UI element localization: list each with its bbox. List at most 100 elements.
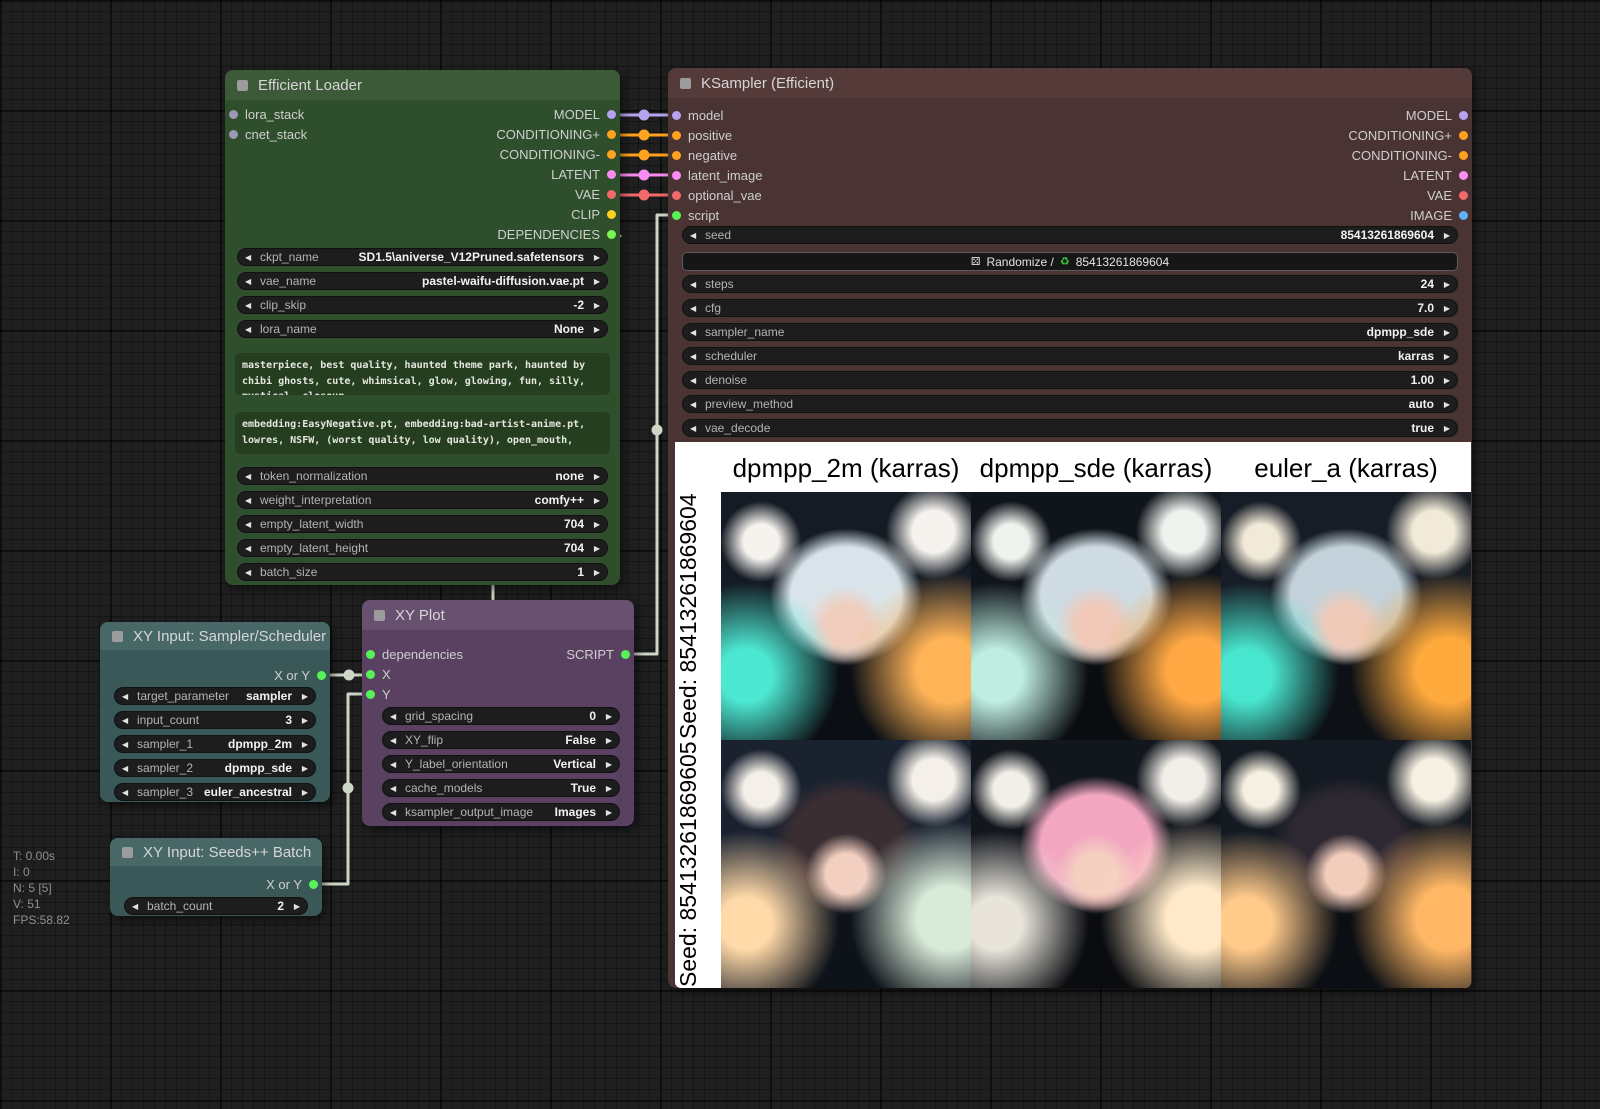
node-titlebar[interactable]: KSampler (Efficient) [668,68,1472,98]
node-titlebar[interactable]: Efficient Loader [225,70,620,100]
port-latent[interactable] [1459,171,1468,180]
positive-prompt-textbox[interactable]: masterpiece, best quality, haunted theme… [235,353,610,395]
decrement-arrow-icon[interactable]: ◀ [690,280,703,289]
widget-seed[interactable]: ◀seed85413261869604▶ [682,226,1458,244]
increment-arrow-icon[interactable]: ▶ [599,760,612,769]
widget-clip-skip[interactable]: ◀clip_skip-2▶ [237,296,608,314]
decrement-arrow-icon[interactable]: ◀ [122,692,135,701]
decrement-arrow-icon[interactable]: ◀ [245,301,258,310]
increment-arrow-icon[interactable]: ▶ [587,568,600,577]
widget-sampler-3[interactable]: ◀sampler_3euler_ancestral▶ [114,783,316,801]
port-vae[interactable] [607,190,616,199]
decrement-arrow-icon[interactable]: ◀ [245,496,258,505]
port-vae[interactable] [1459,191,1468,200]
decrement-arrow-icon[interactable]: ◀ [245,277,258,286]
node-titlebar[interactable]: XY Input: Seeds++ Batch [110,838,322,866]
decrement-arrow-icon[interactable]: ◀ [690,304,703,313]
decrement-arrow-icon[interactable]: ◀ [122,740,135,749]
port-model[interactable] [672,111,681,120]
decrement-arrow-icon[interactable]: ◀ [690,400,703,409]
decrement-arrow-icon[interactable]: ◀ [245,472,258,481]
port-lora-stack[interactable] [229,110,238,119]
port-model[interactable] [1459,111,1468,120]
widget-preview-method[interactable]: ◀preview_methodauto▶ [682,395,1458,413]
decrement-arrow-icon[interactable]: ◀ [245,253,258,262]
increment-arrow-icon[interactable]: ▶ [599,736,612,745]
widget-batch-count[interactable]: ◀batch_count2▶ [124,897,308,915]
widget-lora-name[interactable]: ◀lora_nameNone▶ [237,320,608,338]
widget-ksampler-output-image[interactable]: ◀ksampler_output_imageImages▶ [382,803,620,821]
port-cnet-stack[interactable] [229,130,238,139]
widget-y-label-orientation[interactable]: ◀Y_label_orientationVertical▶ [382,755,620,773]
decrement-arrow-icon[interactable]: ◀ [390,736,403,745]
port-latent-image[interactable] [672,171,681,180]
decrement-arrow-icon[interactable]: ◀ [690,424,703,433]
widget-weight-interpretation[interactable]: ◀weight_interpretationcomfy++▶ [237,491,608,509]
increment-arrow-icon[interactable]: ▶ [1437,231,1450,240]
increment-arrow-icon[interactable]: ▶ [599,712,612,721]
decrement-arrow-icon[interactable]: ◀ [122,788,135,797]
widget-cache-models[interactable]: ◀cache_modelsTrue▶ [382,779,620,797]
widget-grid-spacing[interactable]: ◀grid_spacing0▶ [382,707,620,725]
collapse-icon[interactable] [374,610,385,621]
port-optional-vae[interactable] [672,191,681,200]
comfyui-canvas[interactable]: Efficient Loader lora_stackMODELcnet_sta… [0,0,1600,1109]
port-y[interactable] [366,690,375,699]
increment-arrow-icon[interactable]: ▶ [599,784,612,793]
increment-arrow-icon[interactable]: ▶ [587,277,600,286]
port-conditioning-[interactable] [607,150,616,159]
increment-arrow-icon[interactable]: ▶ [587,520,600,529]
increment-arrow-icon[interactable]: ▶ [587,472,600,481]
decrement-arrow-icon[interactable]: ◀ [390,784,403,793]
widget-sampler-2[interactable]: ◀sampler_2dpmpp_sde▶ [114,759,316,777]
increment-arrow-icon[interactable]: ▶ [295,716,308,725]
port-conditioning-[interactable] [1459,151,1468,160]
collapse-icon[interactable] [237,80,248,91]
port-dependencies[interactable] [366,650,375,659]
decrement-arrow-icon[interactable]: ◀ [245,568,258,577]
port-script[interactable] [621,650,630,659]
widget-scheduler[interactable]: ◀schedulerkarras▶ [682,347,1458,365]
port-x-or-y[interactable] [309,880,318,889]
increment-arrow-icon[interactable]: ▶ [587,325,600,334]
collapse-icon[interactable] [680,78,691,89]
collapse-icon[interactable] [122,847,133,858]
widget-xy-flip[interactable]: ◀XY_flipFalse▶ [382,731,620,749]
widget-sampler-name[interactable]: ◀sampler_namedpmpp_sde▶ [682,323,1458,341]
port-model[interactable] [607,110,616,119]
increment-arrow-icon[interactable]: ▶ [1437,280,1450,289]
increment-arrow-icon[interactable]: ▶ [1437,424,1450,433]
widget-empty-latent-height[interactable]: ◀empty_latent_height704▶ [237,539,608,557]
increment-arrow-icon[interactable]: ▶ [295,764,308,773]
port-clip[interactable] [607,210,616,219]
increment-arrow-icon[interactable]: ▶ [587,544,600,553]
port-conditioningplus[interactable] [1459,131,1468,140]
decrement-arrow-icon[interactable]: ◀ [390,760,403,769]
increment-arrow-icon[interactable]: ▶ [1437,352,1450,361]
increment-arrow-icon[interactable]: ▶ [295,740,308,749]
node-titlebar[interactable]: XY Input: Sampler/Scheduler [100,622,330,650]
port-conditioningplus[interactable] [607,130,616,139]
widget-vae-decode[interactable]: ◀vae_decodetrue▶ [682,419,1458,437]
decrement-arrow-icon[interactable]: ◀ [245,325,258,334]
node-titlebar[interactable]: XY Plot [362,600,634,630]
port-script[interactable] [672,211,681,220]
port-x-or-y[interactable] [317,671,326,680]
decrement-arrow-icon[interactable]: ◀ [390,712,403,721]
port-x[interactable] [366,670,375,679]
negative-prompt-textbox[interactable]: embedding:EasyNegative.pt, embedding:bad… [235,412,610,454]
port-latent[interactable] [607,170,616,179]
widget-batch-size[interactable]: ◀batch_size1▶ [237,563,608,581]
widget-steps[interactable]: ◀steps24▶ [682,275,1458,293]
decrement-arrow-icon[interactable]: ◀ [132,902,145,911]
port-dependencies[interactable] [607,230,616,239]
widget-sampler-1[interactable]: ◀sampler_1dpmpp_2m▶ [114,735,316,753]
widget-cfg[interactable]: ◀cfg7.0▶ [682,299,1458,317]
decrement-arrow-icon[interactable]: ◀ [690,376,703,385]
decrement-arrow-icon[interactable]: ◀ [690,328,703,337]
port-image[interactable] [1459,211,1468,220]
widget-input-count[interactable]: ◀input_count3▶ [114,711,316,729]
decrement-arrow-icon[interactable]: ◀ [122,764,135,773]
increment-arrow-icon[interactable]: ▶ [599,808,612,817]
increment-arrow-icon[interactable]: ▶ [295,692,308,701]
